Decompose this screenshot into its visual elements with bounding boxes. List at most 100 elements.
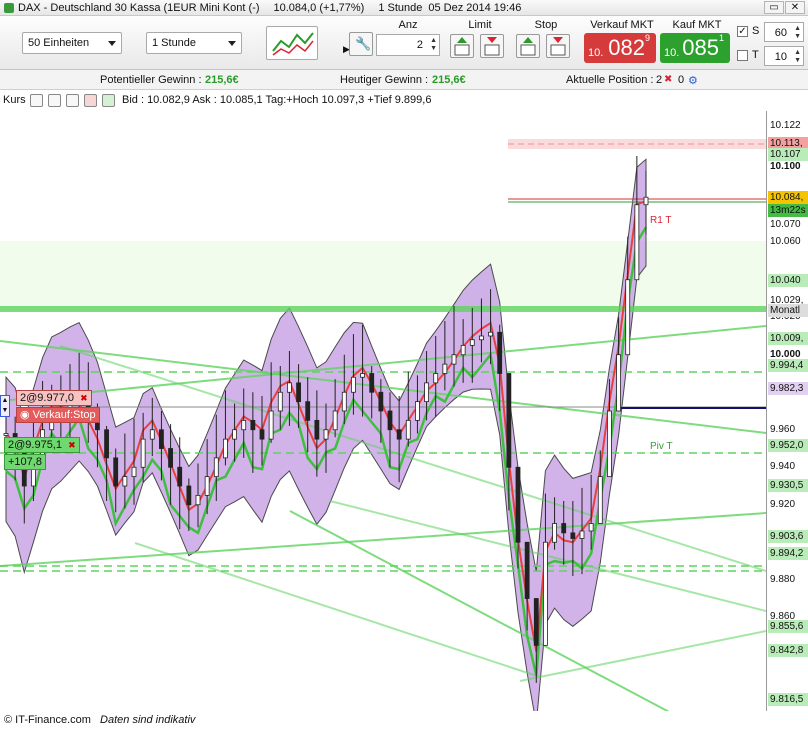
candle-body [360,373,365,378]
candle-body [296,382,301,403]
candle-body [149,429,155,440]
stop-buy-icon [520,37,536,56]
candle-body [415,401,420,421]
stop-sell-button[interactable] [546,34,570,58]
candle-body [104,429,109,459]
s-label: S [752,25,760,37]
close-icon[interactable]: ✖ [68,440,76,450]
close-icon[interactable]: ✖ [80,393,88,403]
stop-buy-button[interactable] [516,34,540,58]
strategy-button[interactable] [266,26,318,60]
drag-handle-icon[interactable]: ▲ ▼ [0,395,10,417]
candle-body [250,419,256,431]
position-entry-value: 2@9.975,1 [8,439,62,451]
candle-body [451,354,457,365]
price-tag: 10.084, [768,191,808,205]
axis-tick-label: 10.122 [770,120,801,131]
stop-order-type-label: Verkauf:Stop [32,409,96,421]
chart-strategy-icon [272,32,314,56]
candle-body [506,373,512,468]
stop-order-tag[interactable]: 2@9.977,0 ✖ [16,390,92,406]
price-tag: 9.816,5 [768,692,808,706]
price-tag: 9.930,5 [768,479,808,493]
tools-button[interactable]: 🔧 [349,32,373,56]
position-label: Aktuelle Position : [566,74,654,86]
candle-body [442,363,448,374]
candle-body [223,438,228,459]
candle-body [277,391,283,412]
price-tag: 10.107 [768,148,808,162]
interval-select[interactable]: 1 Stunde [146,32,242,54]
close-icon[interactable]: ✕ [785,1,805,14]
settings-gear-icon[interactable]: ⚙ [688,74,698,87]
buy-market-button[interactable]: 10. 0851 [660,33,730,63]
window-period: 1 Stunde [378,1,423,14]
candle-body [378,391,384,412]
candle-body [643,196,649,206]
chart-canvas[interactable]: R1 T Piv T [0,111,766,711]
limit-sell-icon [484,37,500,56]
chevron-down-icon [228,41,236,46]
sell-arrow-icon[interactable] [84,94,97,107]
limit-sell-button[interactable] [480,34,504,58]
sell-market-button[interactable]: 10. 0829 [584,33,656,63]
stepper-arrows-icon[interactable]: ▲ ▼ [794,49,801,65]
candle-body [479,335,484,341]
s-checkbox[interactable]: ✓ [737,26,748,37]
candle-body [405,419,411,440]
bid-ask-quote: Bid : 10.082,9 Ask : 10.085,1 Tag:+Hoch … [122,94,432,106]
axis-tick-label: 9.920 [770,498,796,510]
buy-arrow-icon[interactable] [102,94,115,107]
candle-body [351,376,356,393]
axis-tick-label: 9.960 [770,423,796,435]
candle-body [213,457,219,478]
position-value-a: 2 [656,74,663,86]
candle-body [332,410,338,431]
limit-buy-button[interactable] [450,34,474,58]
candle-body [3,433,9,436]
candle-body [396,429,402,440]
window-title: DAX - Deutschland 30 Kassa (1EUR Mini Ko… [18,1,260,14]
stepper-arrows-icon[interactable]: ▲ ▼ [794,25,801,41]
wrench-icon: 🔧 [355,36,372,51]
eye-icon: ◉ [20,409,30,421]
trend-line [134,542,541,678]
units-select[interactable]: 50 Einheiten [22,32,122,54]
price-tag: 9.842,8 [768,643,808,657]
close-position-icon[interactable]: ✖ [664,74,672,85]
units-select-value: 50 Einheiten [28,37,90,49]
quantity-stepper[interactable]: 2 ▲ ▼ [376,34,440,56]
candle-body [387,410,393,431]
candle-body [497,331,503,374]
app-icon [4,2,14,13]
buy-price-sup: 1 [718,33,724,43]
price-tag: 13m22s [768,204,808,218]
stop-order-type[interactable]: ◉ Verkauf:Stop [16,407,100,423]
candle-body [168,448,173,468]
position-tag[interactable]: 2@9.975,1 ✖ [4,437,80,453]
buy-mkt-label: Kauf MKT [672,19,722,31]
footer: © IT-Finance.com Daten sind indikativ [0,711,766,731]
candle-body [570,532,576,539]
price-axis: 10.12210.10010.06010.04010.02010.0009.96… [766,111,808,711]
wrench-icon[interactable] [30,94,43,107]
window-icon[interactable] [48,94,61,107]
candle-body [588,523,594,532]
candle-body [561,523,567,534]
candle-body [607,410,612,478]
minimize-icon[interactable]: ▭ [764,1,784,14]
today-gain-label: Heutiger Gewinn : [340,74,429,86]
position-pl-value: +107,8 [8,456,42,468]
pivot-annotation: Piv T [650,441,673,452]
candle-body [369,373,375,393]
price-chart[interactable]: R1 T Piv T 2@9.977,0 ✖ ◉ Verkauf:Stop 2@9… [0,111,766,711]
limit-label: Limit [468,19,492,31]
s-stepper[interactable]: 60 ▲ ▼ [764,22,804,42]
resistance-zone [508,139,766,149]
bar-style-icon[interactable] [66,94,79,107]
sell-price-prefix: 10. [588,47,604,59]
t-stepper[interactable]: 10 ▲ ▼ [764,46,804,66]
t-checkbox[interactable] [737,50,748,61]
stepper-arrows-icon[interactable]: ▲ ▼ [430,37,437,53]
candle-body [186,485,192,506]
